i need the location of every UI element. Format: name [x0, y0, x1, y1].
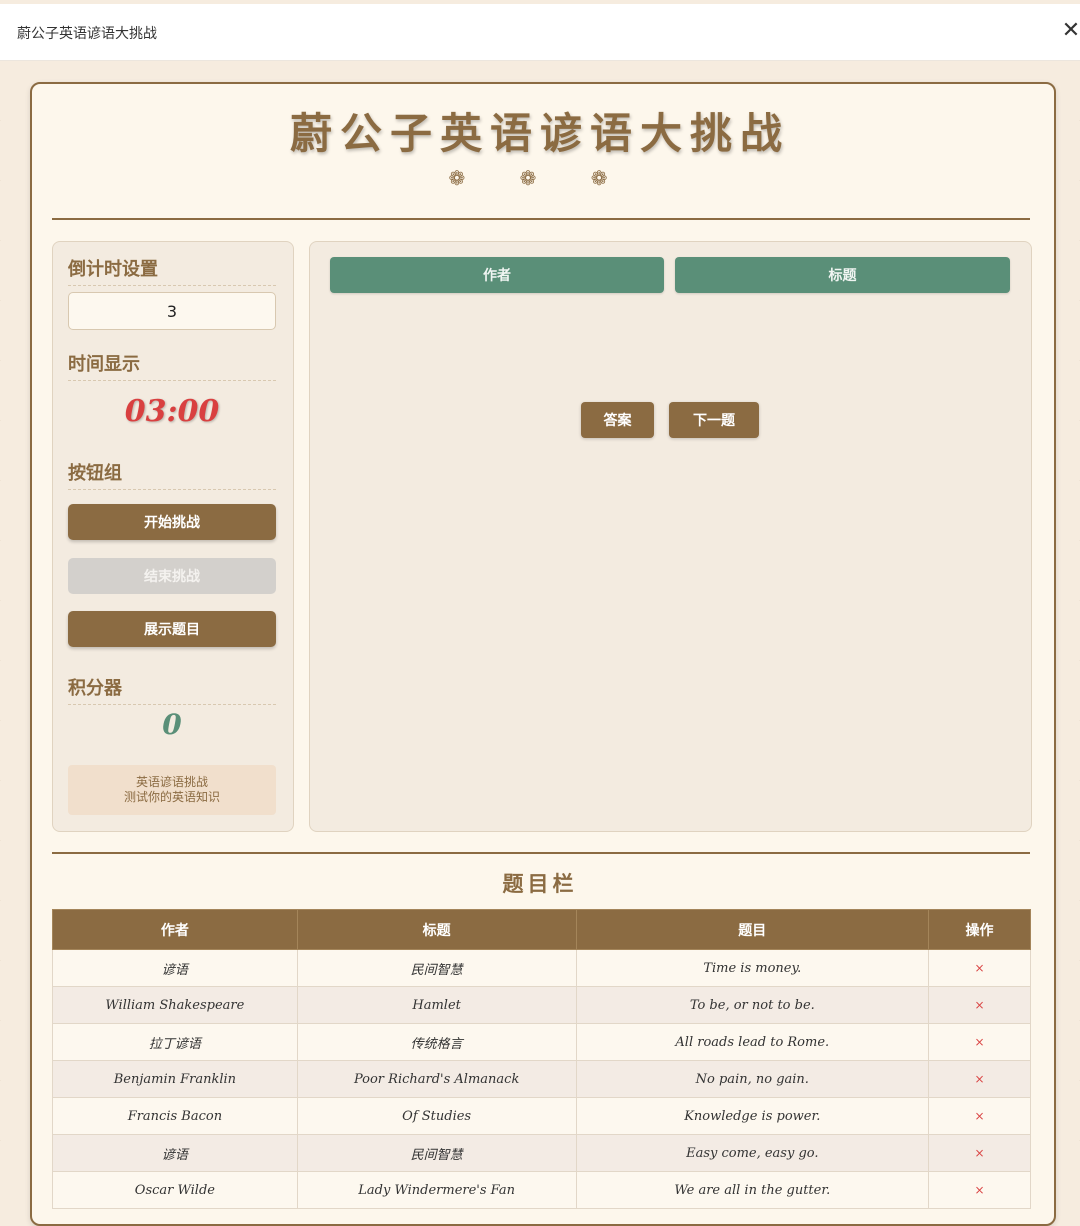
author-cell: William Shakespeare: [52, 986, 298, 1024]
next-question-button[interactable]: 下一题: [669, 402, 759, 438]
question-cell: All roads lead to Rome.: [575, 1023, 930, 1061]
divider: [52, 218, 1030, 220]
title-cell: 民间智慧: [296, 949, 577, 987]
action-cell: ×: [928, 1171, 1031, 1209]
action-cell: ×: [928, 1097, 1031, 1135]
table-row: 谚语 民间智慧 Easy come, easy go. ×: [52, 1134, 1031, 1172]
column-header: 标题: [296, 909, 577, 950]
flower-ornament-icons: ❁ ❁ ❁: [448, 166, 632, 190]
title-cell: Of Studies: [296, 1097, 577, 1135]
delete-icon[interactable]: ×: [975, 1035, 985, 1049]
title-cell: Poor Richard's Almanack: [296, 1060, 577, 1098]
question-display-panel: [309, 241, 1032, 832]
countdown-input[interactable]: [68, 292, 276, 330]
delete-icon[interactable]: ×: [975, 998, 985, 1012]
author-tab[interactable]: 作者: [330, 257, 664, 293]
column-header: 题目: [575, 909, 930, 950]
table-row: Benjamin Franklin Poor Richard's Almanack…: [52, 1060, 1031, 1098]
table-row: William Shakespeare Hamlet To be, or not t…: [52, 986, 1031, 1024]
score-value: 0: [162, 708, 182, 741]
table-row: 谚语 民间智慧 Time is money. ×: [52, 949, 1031, 987]
action-cell: ×: [928, 1023, 1031, 1061]
time-label: 时间显示: [68, 350, 276, 381]
action-cell: ×: [928, 949, 1031, 987]
title-cell: 民间智慧: [296, 1134, 577, 1172]
column-header: 作者: [52, 909, 298, 950]
info-line: 英语谚语挑战: [135, 775, 208, 789]
table-header-row: 作者 标题 题目 操作: [52, 909, 1031, 950]
window-title: 蔚公子英语谚语大挑战: [17, 26, 157, 42]
action-cell: ×: [928, 1134, 1031, 1172]
title-cell: Hamlet: [296, 986, 577, 1024]
info-box: 英语谚语挑战 测试你的英语知识: [68, 765, 276, 815]
author-cell: 拉丁谚语: [52, 1023, 298, 1061]
action-cell: ×: [928, 1060, 1031, 1098]
table-body: 谚语 民间智慧 Time is money. × William Shakespeare…: [52, 949, 1031, 1209]
questions-table: 作者 标题 题目 操作 谚语 民间智慧 Time is money. × William…: [52, 909, 1031, 1209]
questions-section-title: 题目栏: [502, 871, 578, 896]
close-icon[interactable]: ✕: [1060, 20, 1080, 42]
column-header: 操作: [928, 909, 1031, 950]
author-cell: 谚语: [52, 1134, 298, 1172]
time-display: 03:00: [124, 394, 220, 429]
answer-button[interactable]: 答案: [581, 402, 654, 438]
question-cell: No pain, no gain.: [575, 1060, 930, 1098]
divider: [52, 852, 1030, 854]
question-cell: Time is money.: [575, 949, 930, 987]
score-label: 积分器: [68, 674, 276, 705]
delete-icon[interactable]: ×: [975, 1146, 985, 1160]
title-cell: Lady Windermere's Fan: [296, 1171, 577, 1209]
author-cell: Benjamin Franklin: [52, 1060, 298, 1098]
delete-icon[interactable]: ×: [975, 1183, 985, 1197]
button-group-label: 按钮组: [68, 459, 276, 490]
author-cell: 谚语: [52, 949, 298, 987]
question-cell: Knowledge is power.: [575, 1097, 930, 1135]
table-row: Francis Bacon Of Studies Knowledge is powe…: [52, 1097, 1031, 1135]
action-cell: ×: [928, 986, 1031, 1024]
title-cell: 传统格言: [296, 1023, 577, 1061]
table-row: 拉丁谚语 传统格言 All roads lead to Rome. ×: [52, 1023, 1031, 1061]
author-cell: Francis Bacon: [52, 1097, 298, 1135]
start-challenge-button[interactable]: 开始挑战: [68, 504, 276, 540]
delete-icon[interactable]: ×: [975, 1109, 985, 1123]
question-cell: We are all in the gutter.: [575, 1171, 930, 1209]
page-title: 蔚公子英语谚语大挑战: [289, 109, 790, 158]
delete-icon[interactable]: ×: [975, 1072, 985, 1086]
end-challenge-button[interactable]: 结束挑战: [68, 558, 276, 594]
show-question-button[interactable]: 展示题目: [68, 611, 276, 647]
question-cell: To be, or not to be.: [575, 986, 930, 1024]
question-cell: Easy come, easy go.: [575, 1134, 930, 1172]
window-titlebar: 蔚公子英语谚语大挑战 ✕: [0, 4, 1080, 61]
title-tab[interactable]: 标题: [675, 257, 1010, 293]
info-line: 测试你的英语知识: [123, 790, 220, 804]
author-cell: Oscar Wilde: [52, 1171, 298, 1209]
table-row: Oscar Wilde Lady Windermere's Fan We are a…: [52, 1171, 1031, 1209]
countdown-label: 倒计时设置: [68, 255, 276, 286]
delete-icon[interactable]: ×: [975, 961, 985, 975]
